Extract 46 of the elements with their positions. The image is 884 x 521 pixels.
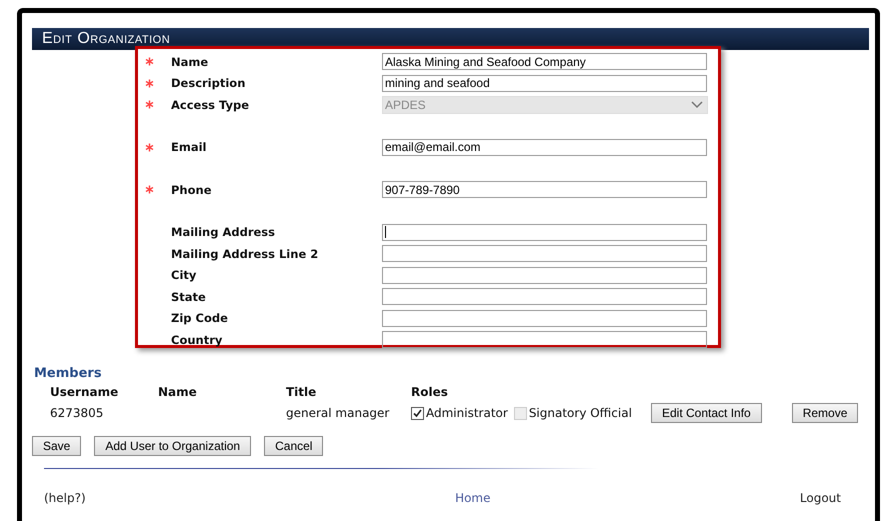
form-button[interactable]: Add User to Organization <box>94 436 252 456</box>
column-header: Title <box>286 385 318 399</box>
field-label: Phone <box>171 182 213 197</box>
column-header: Roles <box>411 385 449 399</box>
required-icon <box>145 57 154 66</box>
title-cell-text: general manager <box>286 406 390 420</box>
field-label: Mailing Address <box>171 225 276 240</box>
field-label: Description <box>171 76 246 90</box>
form-button[interactable]: Save <box>32 436 82 456</box>
logout-link[interactable]: Logout <box>800 491 841 505</box>
required-icon <box>145 100 154 110</box>
field-label: State <box>171 290 207 304</box>
section-title: Members <box>34 366 103 381</box>
field-label: Name <box>171 54 210 69</box>
required-icon <box>145 185 154 194</box>
chevron-icon <box>691 100 703 109</box>
field-label: City <box>171 268 198 282</box>
role-checkbox[interactable] <box>411 406 424 420</box>
input-field[interactable]: mining and seafood <box>382 74 707 92</box>
field-label: Zip Code <box>171 311 229 326</box>
input-field[interactable]: 907-789-7890 <box>382 181 707 198</box>
role-label: Administrator <box>426 406 508 420</box>
home-link[interactable]: Home <box>455 491 490 505</box>
input-field[interactable] <box>382 310 707 327</box>
column-header: Username <box>50 385 120 399</box>
help-link[interactable]: (help?) <box>44 491 86 505</box>
role-label: Signatory Official <box>528 406 632 420</box>
field-label: Access Type <box>171 98 250 112</box>
member-action-button[interactable]: Remove <box>792 403 858 423</box>
form-button[interactable]: Cancel <box>264 436 324 456</box>
field-label: Email <box>171 140 208 154</box>
input-field[interactable] <box>382 266 707 284</box>
required-icon <box>145 142 154 152</box>
input-field[interactable] <box>382 224 707 241</box>
field-label: Country <box>171 332 224 347</box>
field-label: Mailing Address Line 2 <box>171 246 320 261</box>
column-header: Name <box>158 385 198 399</box>
input-field[interactable] <box>382 331 707 348</box>
input-field[interactable]: Alaska Mining and Seafood Company <box>382 53 707 70</box>
page-title: Edit Organization <box>42 30 170 48</box>
input-field[interactable] <box>382 245 707 262</box>
input-field[interactable] <box>382 288 707 306</box>
username-cell-text: 6273805 <box>50 406 104 420</box>
input-field[interactable]: email@email.com <box>382 138 707 156</box>
required-icon <box>145 78 154 88</box>
member-action-button[interactable]: Edit Contact Info <box>651 403 762 423</box>
